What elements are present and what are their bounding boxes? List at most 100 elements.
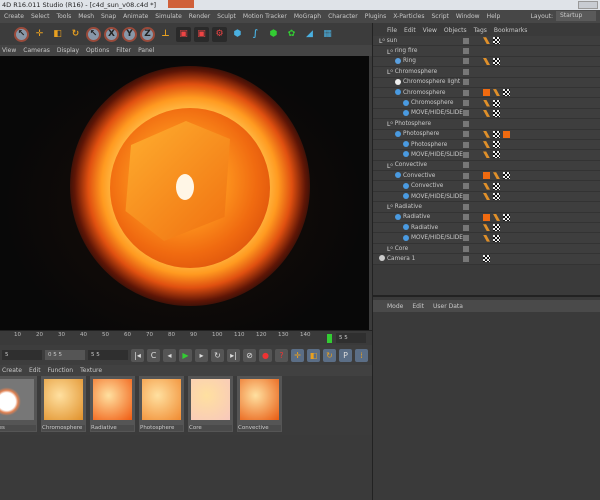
menu-x-particles[interactable]: X-Particles (393, 13, 424, 20)
checker-tag-icon[interactable] (503, 172, 510, 180)
material-swatch[interactable]: thes (0, 376, 37, 432)
checker-tag-icon[interactable] (493, 57, 500, 65)
checker-tag-icon[interactable] (493, 99, 500, 107)
checker-tag-icon[interactable] (493, 224, 500, 232)
visibility-toggle[interactable] (463, 58, 469, 65)
spline-icon[interactable]: ∫ (248, 27, 263, 42)
object-row[interactable]: Chromosphere light (373, 77, 600, 88)
object-row[interactable]: L⁰ Convective (373, 160, 600, 172)
object-row[interactable]: Radiative (373, 223, 600, 234)
object-menu-objects[interactable]: Objects (444, 27, 467, 34)
go-to-end-icon[interactable]: ▸| (227, 348, 240, 362)
floor-icon[interactable]: ▦ (320, 27, 335, 42)
keyframe-selection-icon[interactable]: ? (275, 348, 288, 362)
phong-tag-icon[interactable] (483, 130, 490, 138)
checker-tag-icon[interactable] (493, 151, 500, 159)
render-settings-icon[interactable]: ⚙ (212, 26, 227, 42)
visibility-toggle[interactable] (463, 193, 469, 200)
menu-motion-tracker[interactable]: Motion Tracker (243, 13, 287, 20)
object-row[interactable]: MOVE/HIDE/SLIDE (373, 191, 600, 203)
key-rotation-icon[interactable]: ↻ (323, 348, 336, 362)
checker-tag-icon[interactable] (493, 193, 500, 201)
menu-character[interactable]: Character (328, 13, 358, 20)
checker-tag-icon[interactable] (493, 37, 500, 45)
material-menu-edit[interactable]: Edit (29, 367, 41, 374)
visibility-toggle[interactable] (463, 255, 469, 262)
nurbs-icon[interactable]: ⬢ (266, 27, 281, 42)
scale-icon[interactable]: ◧ (50, 27, 65, 42)
visibility-toggle[interactable] (463, 120, 469, 127)
checker-tag-icon[interactable] (493, 182, 500, 190)
visibility-toggle[interactable] (463, 162, 469, 169)
object-row[interactable]: L⁰ Photosphere (373, 119, 600, 130)
material-swatch[interactable]: Photosphere (139, 376, 184, 432)
object-row[interactable]: L⁰ sun (373, 36, 600, 47)
visibility-toggle[interactable] (463, 89, 469, 96)
checker-tag-icon[interactable] (493, 130, 500, 138)
phong-tag-icon[interactable] (493, 172, 500, 180)
object-row[interactable]: Photosphere (373, 139, 600, 151)
x-axis-button[interactable]: X (104, 26, 119, 42)
layout-selector[interactable]: Layout: Startup (531, 11, 596, 21)
viewport-menu-cameras[interactable]: Cameras (23, 47, 50, 54)
object-menu-view[interactable]: View (423, 27, 437, 34)
object-row[interactable]: Chromosphere (373, 98, 600, 109)
attribute-menu-user-data[interactable]: User Data (433, 303, 463, 310)
object-row[interactable]: MOVE/HIDE/SLIDE (373, 150, 600, 161)
autokey-icon[interactable]: ● (259, 348, 272, 362)
viewport-menu-options[interactable]: Options (86, 47, 109, 54)
object-menu-tags[interactable]: Tags (474, 27, 487, 34)
key-parameter-icon[interactable]: P (339, 348, 352, 362)
material-tag-icon[interactable] (503, 130, 510, 138)
render-picture-viewer-icon[interactable]: ▣ (194, 26, 209, 42)
live-select-icon[interactable]: ↖ (14, 26, 29, 42)
visibility-toggle[interactable] (463, 245, 469, 252)
menu-help[interactable]: Help (487, 13, 501, 20)
visibility-toggle[interactable] (463, 203, 469, 210)
menu-tools[interactable]: Tools (56, 13, 71, 20)
previous-key-icon[interactable]: C (147, 348, 160, 362)
object-row[interactable]: Photosphere (373, 129, 600, 140)
menu-snap[interactable]: Snap (101, 13, 116, 20)
material-menu-function[interactable]: Function (48, 367, 74, 374)
key-pla-icon[interactable]: ⁞ (355, 348, 368, 362)
menu-mograph[interactable]: MoGraph (294, 13, 321, 20)
object-row[interactable]: Convective (373, 181, 600, 192)
phong-tag-icon[interactable] (483, 37, 490, 45)
key-position-icon[interactable]: ✛ (291, 348, 304, 362)
end-frame-field[interactable]: 5 5 (336, 333, 366, 343)
menu-select[interactable]: Select (31, 13, 50, 20)
material-tag-icon[interactable] (483, 213, 490, 221)
checker-tag-icon[interactable] (503, 213, 510, 221)
next-frame-icon[interactable]: ▸ (195, 348, 208, 362)
visibility-toggle[interactable] (463, 235, 469, 242)
material-swatch[interactable]: Convective (237, 376, 282, 432)
object-row[interactable]: Chromosphere (373, 87, 600, 99)
viewport-menu-view[interactable]: View (2, 47, 16, 54)
layout-dropdown[interactable]: Startup (556, 11, 596, 21)
go-to-start-icon[interactable]: |◂ (131, 348, 144, 362)
visibility-toggle[interactable] (463, 131, 469, 138)
window-controls[interactable] (578, 1, 598, 9)
object-row[interactable]: Radiative (373, 212, 600, 224)
menu-render[interactable]: Render (189, 13, 210, 20)
checker-tag-icon[interactable] (493, 141, 500, 149)
object-row[interactable]: MOVE/HIDE/SLIDE (373, 233, 600, 244)
visibility-toggle[interactable] (463, 48, 469, 55)
visibility-toggle[interactable] (463, 141, 469, 148)
next-key-icon[interactable]: ↻ (211, 348, 224, 362)
z-axis-button[interactable]: Z (140, 26, 155, 42)
coordinate-system-icon[interactable]: ⊥ (158, 27, 173, 42)
visibility-toggle[interactable] (463, 100, 469, 107)
current-frame-field[interactable]: 0 5 5 (45, 350, 85, 360)
object-row[interactable]: Ring (373, 56, 600, 68)
cube-icon[interactable]: ⬢ (230, 27, 245, 42)
menu-script[interactable]: Script (432, 13, 449, 20)
object-row[interactable]: L⁰ ring fire (373, 46, 600, 57)
object-row[interactable]: Convective (373, 171, 600, 182)
menu-plugins[interactable]: Plugins (365, 13, 387, 20)
material-tag-icon[interactable] (483, 89, 490, 97)
playhead[interactable] (327, 334, 332, 343)
panel-divider[interactable] (373, 295, 600, 297)
array-icon[interactable]: ✿ (284, 27, 299, 42)
